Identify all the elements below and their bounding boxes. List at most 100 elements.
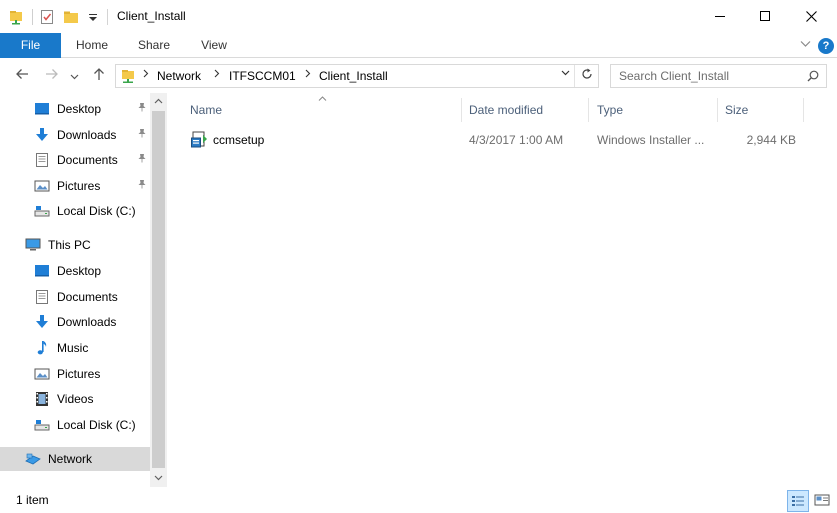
title-bar: Client_Install: [0, 0, 837, 33]
column-header-type[interactable]: Type: [597, 98, 712, 122]
pin-icon[interactable]: [137, 153, 147, 166]
quick-access-item-desktop[interactable]: Desktop: [0, 97, 150, 121]
file-size: 2,944 KB: [746, 133, 796, 147]
pin-icon[interactable]: [137, 128, 147, 141]
column-header-size[interactable]: Size: [725, 98, 802, 122]
pin-icon[interactable]: [137, 179, 147, 192]
nav-item-label: Downloads: [57, 315, 117, 329]
address-bar[interactable]: Network ITFSCCM01 Client_Install: [115, 64, 599, 88]
music-icon: [34, 340, 50, 356]
title-divider: [107, 9, 108, 25]
quick-access-item-pictures[interactable]: Pictures: [0, 174, 150, 198]
maximize-icon: [760, 11, 770, 21]
properties-icon[interactable]: [39, 9, 55, 25]
large-icons-view-button[interactable]: [812, 490, 834, 512]
refresh-icon: [581, 68, 592, 79]
desktop-icon: [34, 263, 50, 279]
toolbar-divider: [32, 9, 33, 25]
refresh-button[interactable]: [574, 65, 598, 87]
downloads-icon: [34, 314, 50, 330]
breadcrumb-current-folder[interactable]: Client_Install: [319, 69, 388, 83]
file-date-modified: 4/3/2017 1:00 AM: [469, 133, 564, 147]
network-icon: [25, 451, 41, 467]
column-header-date-modified[interactable]: Date modified: [469, 98, 587, 122]
new-folder-icon[interactable]: [63, 9, 79, 25]
tab-view[interactable]: View: [188, 33, 240, 58]
installer-package-icon: [191, 131, 208, 149]
back-button[interactable]: [12, 67, 32, 85]
nav-item-label: Documents: [57, 290, 118, 304]
nav-item-label: Desktop: [57, 264, 102, 278]
column-divider[interactable]: [717, 98, 718, 122]
close-button[interactable]: [788, 0, 834, 32]
breadcrumb-server[interactable]: ITFSCCM01: [229, 69, 296, 83]
quick-access-item-local-disk[interactable]: Local Disk (C:): [0, 199, 150, 223]
this-pc-item-desktop[interactable]: Desktop: [0, 259, 150, 283]
nav-item-network[interactable]: Network: [0, 447, 150, 471]
back-arrow-icon: [16, 69, 28, 79]
breadcrumb-chevron-icon[interactable]: [214, 69, 220, 81]
breadcrumb-network[interactable]: Network: [157, 69, 201, 83]
nav-item-label: Desktop: [57, 102, 102, 116]
nav-item-label: This PC: [48, 238, 91, 252]
file-type: Windows Installer ...: [597, 133, 705, 147]
minimize-button[interactable]: [697, 0, 743, 32]
column-divider[interactable]: [461, 98, 462, 122]
file-name: ccmsetup: [213, 133, 265, 147]
up-button[interactable]: [89, 67, 109, 85]
expand-ribbon-icon[interactable]: [800, 37, 811, 51]
breadcrumb-chevron-icon[interactable]: [143, 69, 149, 81]
tab-share[interactable]: Share: [128, 33, 180, 58]
quick-access-item-documents[interactable]: Documents: [0, 148, 150, 172]
search-input[interactable]: [611, 65, 801, 87]
tab-home[interactable]: Home: [66, 33, 118, 58]
forward-button[interactable]: [42, 67, 62, 85]
scroll-up-button[interactable]: [150, 93, 167, 110]
chevron-down-icon: [154, 475, 163, 481]
this-pc-item-local-disk[interactable]: Local Disk (C:): [0, 413, 150, 437]
minimize-icon: [715, 16, 725, 17]
this-pc-item-pictures[interactable]: Pictures: [0, 362, 150, 386]
maximize-button[interactable]: [742, 0, 788, 32]
nav-item-label: Documents: [57, 153, 118, 167]
drive-icon: [34, 417, 50, 433]
nav-item-label: Music: [57, 341, 89, 355]
forward-arrow-icon: [46, 69, 58, 79]
recent-locations-button[interactable]: [67, 67, 81, 85]
help-button[interactable]: ?: [818, 38, 834, 54]
details-view-button[interactable]: [787, 490, 809, 512]
search-box[interactable]: [610, 64, 827, 88]
chevron-down-icon: [70, 74, 78, 80]
quick-access-item-downloads[interactable]: Downloads: [0, 123, 150, 147]
this-pc-item-downloads[interactable]: Downloads: [0, 310, 150, 334]
downloads-icon: [34, 127, 50, 143]
column-divider[interactable]: [588, 98, 589, 122]
file-row[interactable]: ccmsetup 4/3/2017 1:00 AM Windows Instal…: [180, 128, 800, 152]
nav-item-this-pc[interactable]: This PC: [0, 233, 150, 257]
address-history-dropdown-icon[interactable]: [561, 68, 570, 79]
column-divider[interactable]: [803, 98, 804, 122]
nav-pane-scroll-thumb[interactable]: [152, 111, 165, 468]
pictures-icon: [34, 366, 50, 382]
this-pc-item-documents[interactable]: Documents: [0, 285, 150, 309]
pin-icon[interactable]: [137, 102, 147, 115]
search-icon[interactable]: [807, 70, 819, 82]
videos-icon: [34, 391, 50, 407]
nav-item-label: Local Disk (C:): [57, 204, 136, 218]
this-pc-item-music[interactable]: Music: [0, 336, 150, 360]
navigation-pane: Desktop Downloads Documents Pictures Loc…: [0, 93, 150, 487]
scroll-down-button[interactable]: [150, 470, 167, 487]
status-bar: 1 item: [0, 488, 837, 513]
chevron-up-icon: [154, 98, 163, 104]
customize-dropdown-icon[interactable]: [85, 9, 101, 25]
breadcrumb-chevron-icon[interactable]: [305, 69, 311, 81]
nav-item-label: Pictures: [57, 367, 101, 381]
up-arrow-icon: [94, 68, 104, 80]
nav-item-label: Local Disk (C:): [57, 418, 136, 432]
location-folder-icon: [120, 68, 136, 84]
tab-file[interactable]: File: [0, 33, 61, 58]
column-header-name[interactable]: Name: [190, 98, 460, 122]
window-title: Client_Install: [117, 9, 186, 23]
pictures-icon: [34, 178, 50, 194]
this-pc-item-videos[interactable]: Videos: [0, 387, 150, 411]
